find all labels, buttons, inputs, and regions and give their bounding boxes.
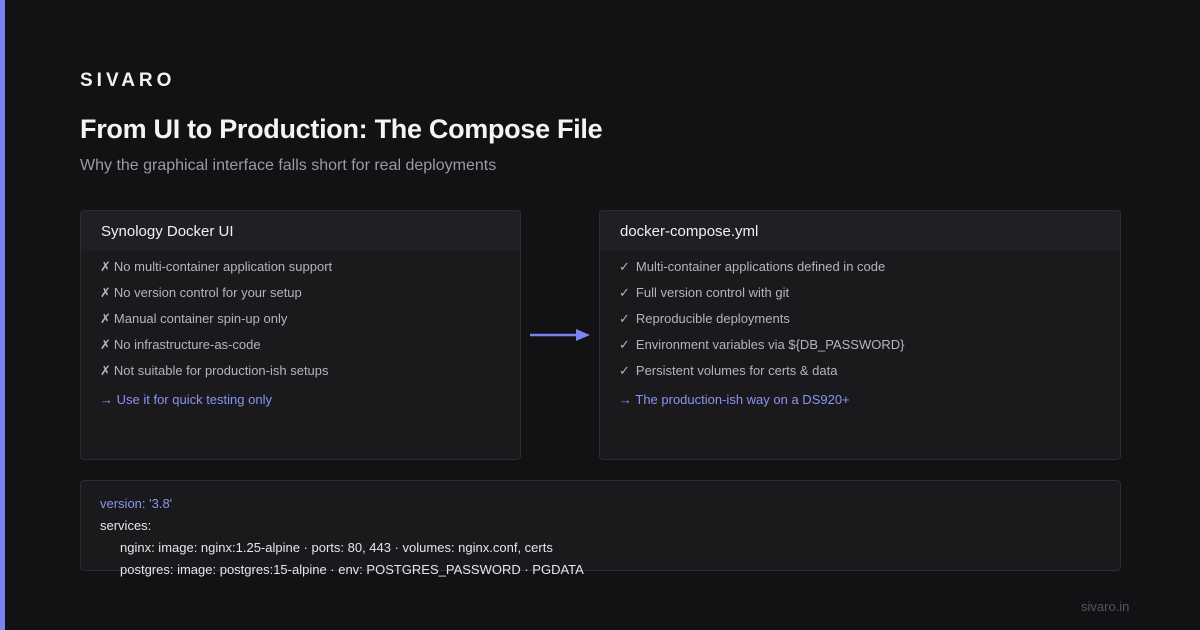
cross-icon: ✗ [100, 337, 111, 352]
list-item: ✗ Not suitable for production-ish setups [100, 363, 329, 378]
synology-ui-card: Synology Docker UI ✗ No multi-container a… [80, 210, 521, 460]
code-postgres-line: postgres: image: postgres:15-alpine · en… [120, 562, 584, 577]
list-item: ✗ No infrastructure-as-code [100, 337, 261, 352]
page-title: From UI to Production: The Compose File [80, 114, 603, 144]
page-subtitle: Why the graphical interface falls short … [80, 157, 497, 174]
check-icon: ✓ [619, 259, 630, 274]
cross-icon: ✗ [100, 311, 111, 326]
list-item: ✓ Environment variables via ${DB_PASSWORD… [619, 337, 905, 352]
docker-compose-card: docker-compose.yml ✓ Multi-container appl… [599, 210, 1121, 460]
footer-url: sivaro.in [1081, 599, 1130, 614]
cross-icon: ✗ [100, 259, 111, 274]
code-version-line: version: '3.8' [100, 496, 173, 511]
list-item: ✓ Full version control with git [619, 285, 790, 300]
cross-icon: ✗ [100, 363, 111, 378]
compose-code-snippet: version: '3.8' services: nginx: image: n… [80, 480, 1121, 577]
card-footer-note: → The production-ish way on a DS920+ [619, 392, 850, 407]
check-icon: ✓ [619, 363, 630, 378]
cross-icon: ✗ [100, 285, 111, 300]
arrow-right-icon [530, 329, 590, 341]
check-icon: ✓ [619, 311, 630, 326]
check-icon: ✓ [619, 285, 630, 300]
card-header: docker-compose.yml [600, 211, 1120, 251]
code-nginx-line: nginx: image: nginx:1.25-alpine · ports:… [120, 540, 553, 555]
list-item: ✗ No version control for your setup [100, 285, 302, 300]
limitations-list: ✗ No multi-container application support … [81, 251, 520, 388]
check-icon: ✓ [619, 337, 630, 352]
list-item: ✗ Manual container spin-up only [100, 311, 288, 326]
brand-logo: SIVARO [80, 70, 176, 91]
list-item: ✓ Persistent volumes for certs & data [619, 363, 838, 378]
list-item: ✗ No multi-container application support [100, 259, 333, 274]
card-footer-note: → Use it for quick testing only [100, 392, 272, 407]
list-item: ✓ Reproducible deployments [619, 311, 790, 326]
card-header: Synology Docker UI [81, 211, 520, 251]
benefits-list: ✓ Multi-container applications defined in… [600, 251, 1120, 388]
left-accent-bar [0, 0, 5, 630]
code-services-line: services: [100, 518, 152, 533]
list-item: ✓ Multi-container applications defined in… [619, 259, 886, 274]
